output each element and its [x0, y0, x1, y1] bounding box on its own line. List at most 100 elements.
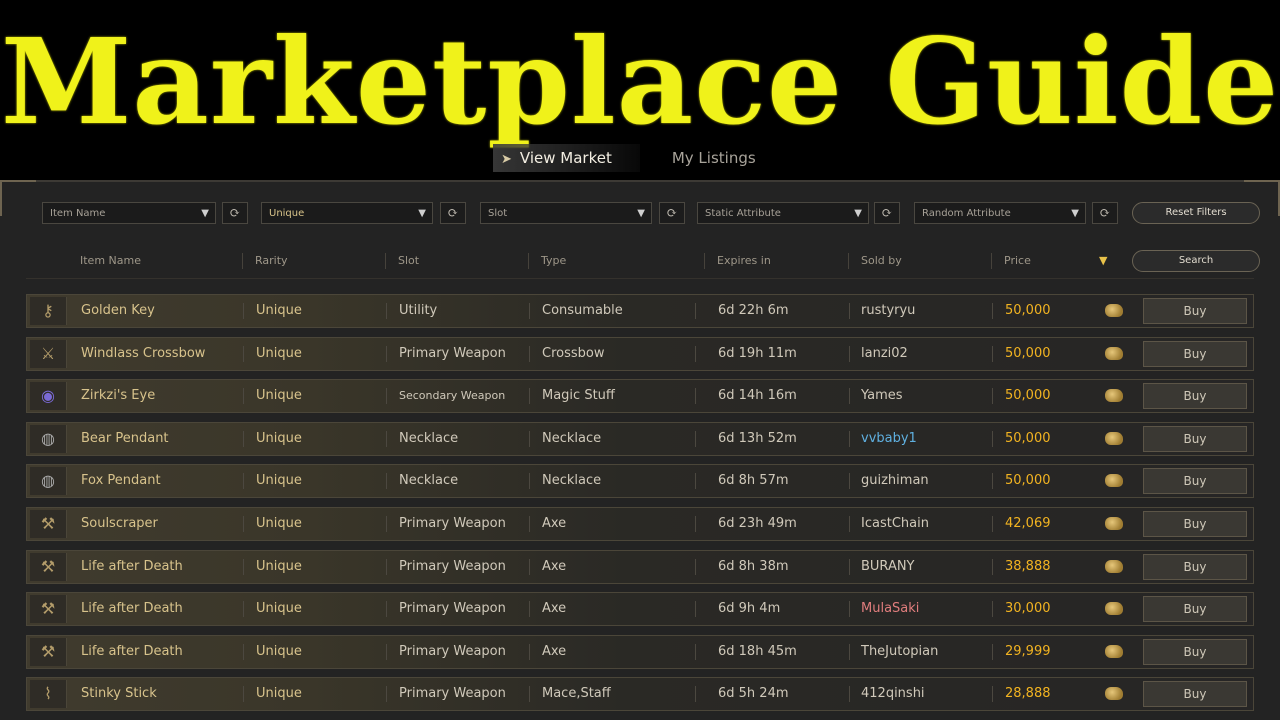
column-divider — [529, 686, 530, 703]
column-divider — [849, 516, 850, 532]
table-row[interactable]: ⚷ Golden Key Unique Utility Consumable 6d 22h… — [26, 294, 1254, 328]
refresh-icon[interactable]: ⟳ — [659, 202, 685, 224]
rarity-filter[interactable]: Unique ▼ — [261, 202, 433, 224]
column-divider — [529, 473, 530, 490]
slot-filter[interactable]: Slot ▼ — [480, 202, 652, 224]
table-row[interactable]: ⚒ Life after Death Unique Primary Weapon Axe… — [26, 592, 1254, 627]
buy-button[interactable]: Buy — [1143, 383, 1247, 410]
header-type[interactable]: Type — [541, 248, 566, 274]
buy-button[interactable]: Buy — [1143, 468, 1247, 495]
pendant-icon: ◍ — [30, 424, 67, 453]
type-cell: Consumable — [542, 303, 623, 318]
buy-button[interactable]: Buy — [1143, 681, 1247, 708]
column-divider — [386, 303, 387, 319]
header-sold-by[interactable]: Sold by — [861, 248, 902, 274]
header-expires[interactable]: Expires in — [717, 248, 771, 274]
column-divider — [386, 345, 387, 362]
search-button[interactable]: Search — [1132, 250, 1260, 272]
expires-cell: 6d 19h 11m — [718, 345, 797, 361]
buy-button[interactable]: Buy — [1143, 340, 1247, 367]
buy-button[interactable]: Buy — [1143, 425, 1247, 452]
crossbow-icon: ⚔ — [30, 339, 67, 368]
tab-view-market[interactable]: ➤ View Market — [493, 144, 640, 172]
static-attribute-filter[interactable]: Static Attribute ▼ — [697, 202, 869, 224]
header-rarity[interactable]: Rarity — [255, 248, 288, 274]
buy-button[interactable]: Buy — [1143, 596, 1247, 623]
table-row[interactable]: ◍ Bear Pendant Unique Necklace Necklace 6d 13… — [26, 421, 1254, 456]
type-cell: Necklace — [542, 430, 602, 446]
buy-button[interactable]: Buy — [1143, 638, 1247, 665]
column-divider — [695, 345, 696, 362]
column-headers: Item Name Rarity Slot Type Expires in So… — [0, 248, 1280, 274]
column-divider — [243, 430, 244, 447]
column-divider — [529, 430, 530, 447]
column-divider — [386, 643, 387, 660]
reset-filters-button[interactable]: Reset Filters — [1132, 202, 1260, 224]
type-cell: Axe — [542, 643, 567, 659]
expires-cell: 6d 18h 45m — [718, 643, 797, 659]
seller-cell: BURANY — [861, 558, 915, 574]
column-divider — [849, 430, 850, 447]
table-row[interactable]: ⚒ Life after Death Unique Primary Weapon Axe… — [26, 549, 1254, 584]
buy-button[interactable]: Buy — [1143, 511, 1247, 537]
screen: Marketplace Guide ➤ View Market My Listin… — [0, 0, 1280, 720]
table-row[interactable]: ⚒ Soulscraper Unique Primary Weapon Axe 6d 23… — [26, 507, 1254, 541]
axe-icon: ⚒ — [30, 637, 67, 666]
seller-cell: Yames — [861, 388, 903, 404]
column-divider — [243, 388, 244, 405]
column-divider — [849, 303, 850, 319]
type-cell: Axe — [542, 516, 567, 531]
expires-cell: 6d 13h 52m — [718, 430, 797, 446]
column-divider — [529, 601, 530, 618]
table-row[interactable]: ⚒ Life after Death Unique Primary Weapon Axe… — [26, 634, 1254, 669]
price-cell: 50,000 — [1005, 303, 1051, 318]
header-price[interactable]: Price — [1004, 248, 1031, 274]
item-name-cell: Golden Key — [81, 303, 155, 318]
price-cell: 29,999 — [1005, 643, 1051, 659]
price-cell: 30,000 — [1005, 601, 1051, 617]
buy-button[interactable]: Buy — [1143, 553, 1247, 580]
tab-my-listings[interactable]: My Listings — [666, 144, 762, 172]
column-divider — [243, 686, 244, 703]
item-name-filter[interactable]: Item Name ▼ — [42, 202, 216, 224]
column-divider — [849, 558, 850, 575]
column-divider — [695, 473, 696, 490]
table-row[interactable]: ◍ Fox Pendant Unique Necklace Necklace 6d 8h … — [26, 464, 1254, 499]
seller-cell: lanzi02 — [861, 345, 908, 361]
column-divider — [992, 558, 993, 575]
header-slot[interactable]: Slot — [398, 248, 419, 274]
random-attribute-filter[interactable]: Random Attribute ▼ — [914, 202, 1086, 224]
table-row[interactable]: ⌇ Stinky Stick Unique Primary Weapon Mace,St… — [26, 677, 1254, 712]
sort-down-icon[interactable]: ▼ — [1099, 248, 1107, 274]
column-divider — [243, 643, 244, 660]
slot-cell: Primary Weapon — [399, 345, 506, 361]
gold-coin-icon — [1105, 517, 1123, 530]
gold-coin-icon — [1105, 644, 1123, 658]
rarity-cell: Unique — [256, 686, 302, 702]
column-divider — [849, 345, 850, 362]
header-divider — [848, 253, 849, 269]
axe-icon: ⚒ — [30, 552, 67, 581]
expires-cell: 6d 8h 57m — [718, 473, 789, 489]
column-divider — [992, 601, 993, 618]
column-divider — [529, 388, 530, 405]
refresh-icon[interactable]: ⟳ — [222, 202, 248, 224]
rarity-cell: Unique — [256, 643, 302, 659]
column-divider — [992, 303, 993, 319]
header-item-name[interactable]: Item Name — [80, 248, 141, 274]
refresh-icon[interactable]: ⟳ — [1092, 202, 1118, 224]
rarity-cell: Unique — [256, 303, 302, 318]
price-cell: 38,888 — [1005, 558, 1051, 574]
table-row[interactable]: ◉ Zirkzi's Eye Unique Secondary Weapon Magic… — [26, 379, 1254, 414]
refresh-icon[interactable]: ⟳ — [440, 202, 466, 224]
table-row[interactable]: ⚔ Windlass Crossbow Unique Primary Weapon Cr… — [26, 336, 1254, 371]
seller-cell: MulaSaki — [861, 601, 920, 617]
eye-icon: ◉ — [30, 382, 67, 411]
gold-coin-icon — [1105, 559, 1123, 573]
slot-cell: Utility — [399, 303, 438, 318]
buy-button[interactable]: Buy — [1143, 298, 1247, 324]
refresh-icon[interactable]: ⟳ — [874, 202, 900, 224]
seller-cell: IcastChain — [861, 516, 929, 531]
column-divider — [529, 643, 530, 660]
gold-coin-icon — [1105, 389, 1123, 403]
